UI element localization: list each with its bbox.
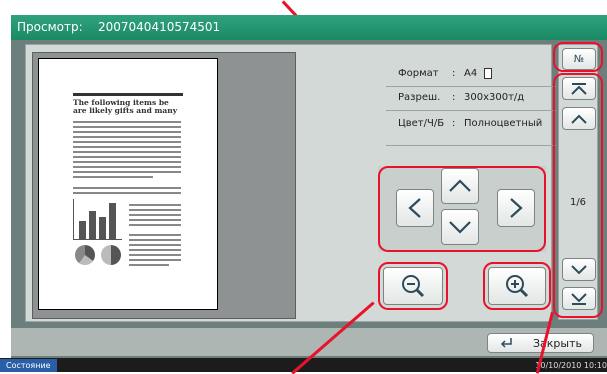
callout-paging bbox=[553, 73, 603, 318]
enter-icon bbox=[500, 338, 512, 348]
divider bbox=[386, 145, 556, 146]
pie-figure bbox=[101, 245, 121, 265]
text-line bbox=[129, 204, 181, 206]
text-line bbox=[73, 176, 153, 178]
divider bbox=[386, 86, 556, 87]
datetime: 10/10/2010 10:10 bbox=[535, 361, 607, 370]
text-line bbox=[129, 239, 181, 241]
text-line bbox=[73, 131, 181, 133]
document-id: 2007040410574501 bbox=[98, 20, 221, 34]
text-line bbox=[73, 171, 181, 173]
text-line bbox=[73, 146, 181, 148]
info-value: A4 bbox=[464, 68, 478, 79]
pie-figure bbox=[75, 245, 95, 265]
text-line bbox=[73, 126, 181, 128]
figure-bar bbox=[109, 203, 116, 239]
doc-title-rule bbox=[73, 93, 183, 96]
text-line bbox=[73, 192, 181, 194]
bar-chart-figure bbox=[73, 199, 122, 240]
text-line bbox=[129, 234, 181, 236]
info-value: 300x300т/д bbox=[464, 92, 525, 103]
text-line bbox=[73, 156, 181, 158]
text-line bbox=[129, 219, 181, 221]
text-line bbox=[73, 166, 181, 168]
close-label: Закрыть bbox=[533, 336, 582, 350]
info-value: Полноцветный bbox=[464, 118, 543, 129]
text-line bbox=[73, 161, 181, 163]
text-line bbox=[129, 264, 169, 266]
title-bar: Просмотр: 2007040410574501 bbox=[11, 15, 607, 40]
callout-number bbox=[553, 42, 603, 72]
info-key: Цвет/Ч/Б bbox=[398, 118, 445, 129]
figure-bar bbox=[89, 211, 96, 239]
text-line bbox=[73, 136, 181, 138]
text-line bbox=[129, 224, 181, 226]
document-page-thumbnail: The following items be are likely gifts … bbox=[38, 58, 218, 310]
portrait-page-icon bbox=[484, 68, 492, 79]
text-line bbox=[129, 209, 181, 211]
info-key: Формат bbox=[398, 68, 439, 79]
info-key: Разреш. bbox=[398, 92, 441, 103]
divider bbox=[386, 110, 556, 111]
title-label: Просмотр: bbox=[17, 20, 83, 34]
callout-zoom-out bbox=[378, 262, 448, 310]
doc-heading: The following items be are likely gifts … bbox=[73, 98, 178, 115]
text-line bbox=[129, 214, 181, 216]
figure-bar bbox=[99, 217, 106, 239]
callout-zoom-in bbox=[483, 262, 551, 310]
text-line bbox=[129, 244, 181, 246]
text-line bbox=[129, 259, 181, 261]
callout-scroll bbox=[378, 166, 546, 252]
text-line bbox=[73, 151, 181, 153]
text-line bbox=[73, 141, 181, 143]
figure-bar bbox=[79, 221, 86, 239]
text-line bbox=[73, 187, 181, 189]
text-line bbox=[73, 121, 181, 123]
status-button[interactable]: Состояние bbox=[0, 359, 57, 372]
text-line bbox=[129, 254, 181, 256]
text-line bbox=[129, 249, 181, 251]
